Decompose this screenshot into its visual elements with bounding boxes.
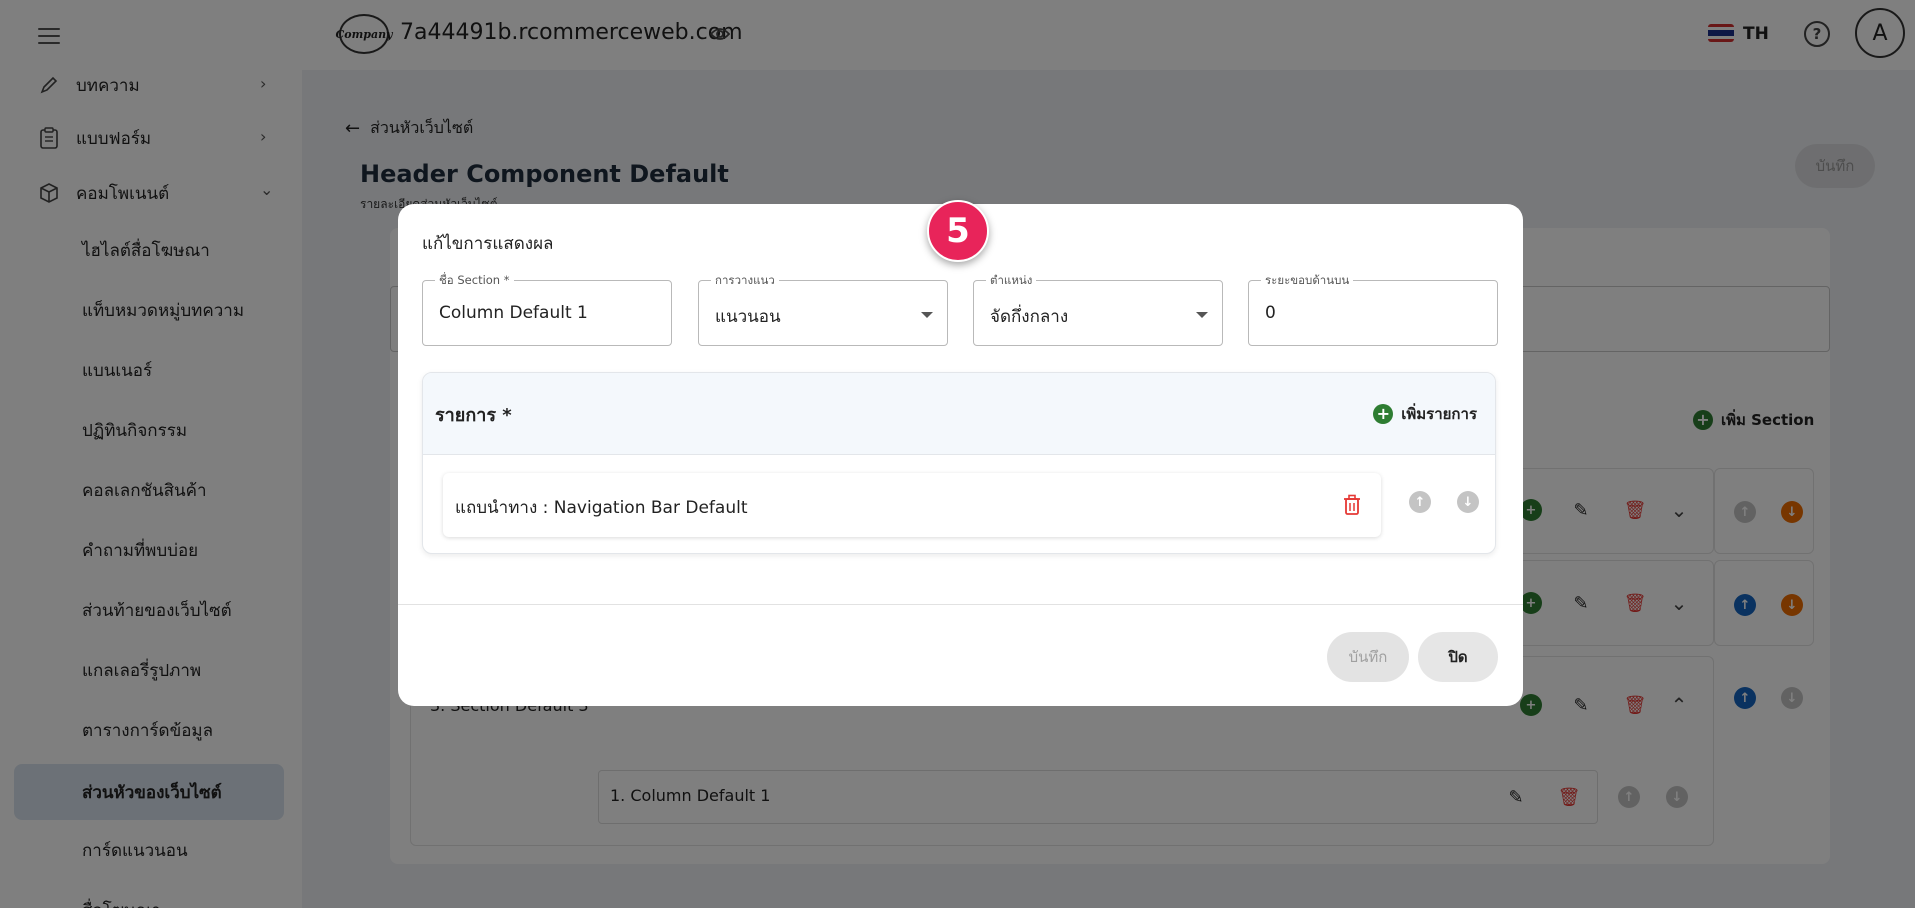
dropdown-arrow-icon bbox=[921, 312, 933, 318]
field-value: จัดกึ่งกลาง bbox=[990, 307, 1069, 327]
section-name-field[interactable]: ชื่อ Section * Column Default 1 bbox=[422, 272, 672, 346]
items-header: รายการ * + เพิ่มรายการ bbox=[423, 373, 1495, 455]
trash-icon[interactable] bbox=[1343, 494, 1361, 516]
dialog-close-button[interactable]: ปิด bbox=[1418, 632, 1498, 682]
plus-circle-icon: + bbox=[1373, 404, 1394, 424]
items-panel: รายการ * + เพิ่มรายการ แถบนำทาง : Naviga… bbox=[422, 372, 1496, 554]
item-label: แถบนำทาง : Navigation Bar Default bbox=[455, 498, 748, 518]
items-title: รายการ * bbox=[435, 405, 512, 426]
dialog-divider bbox=[398, 604, 1523, 605]
arrow-down-icon[interactable]: ↓ bbox=[1457, 491, 1479, 513]
dropdown-arrow-icon bbox=[1196, 312, 1208, 318]
field-label: ระยะขอบด้านบน bbox=[1261, 272, 1354, 290]
field-value: แนวนอน bbox=[715, 307, 781, 327]
field-label: การวางแนว bbox=[711, 272, 779, 290]
add-item-button[interactable]: + เพิ่มรายการ bbox=[1373, 402, 1477, 426]
orientation-select[interactable]: การวางแนว แนวนอน bbox=[698, 272, 948, 346]
dialog-save-button[interactable]: บันทึก bbox=[1327, 632, 1409, 682]
position-select[interactable]: ตำแหน่ง จัดกึ่งกลาง bbox=[973, 272, 1223, 346]
step-badge: 5 bbox=[927, 200, 989, 262]
edit-display-dialog: แก้ไขการแสดงผล 5 ชื่อ Section * Column D… bbox=[398, 200, 1523, 706]
arrow-up-icon[interactable]: ↑ bbox=[1409, 491, 1431, 513]
field-value: 0 bbox=[1265, 303, 1276, 323]
field-label: ชื่อ Section * bbox=[435, 272, 514, 290]
list-item: แถบนำทาง : Navigation Bar Default bbox=[443, 473, 1381, 537]
add-item-label: เพิ่มรายการ bbox=[1401, 405, 1477, 423]
field-label: ตำแหน่ง bbox=[986, 272, 1037, 290]
top-margin-field[interactable]: ระยะขอบด้านบน 0 bbox=[1248, 272, 1498, 346]
field-value: Column Default 1 bbox=[439, 303, 588, 323]
dialog-title: แก้ไขการแสดงผล bbox=[422, 234, 554, 254]
